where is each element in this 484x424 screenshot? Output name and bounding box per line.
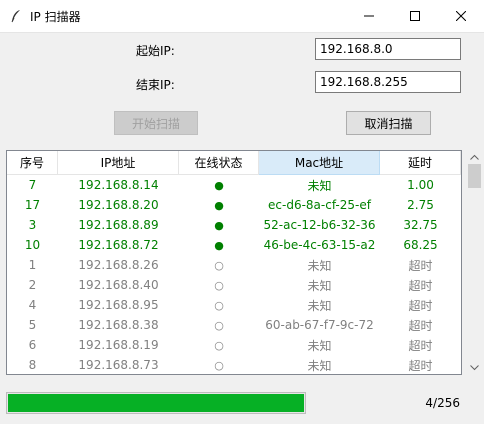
cell-index: 6 xyxy=(28,338,37,352)
progress-count: 4/256 xyxy=(425,396,460,410)
cell-delay: 超时 xyxy=(408,358,433,373)
cell-delay: 32.75 xyxy=(403,218,438,232)
cell-status: ○ xyxy=(214,318,224,332)
cell-delay: 2.75 xyxy=(407,198,434,212)
cell-ip: 192.168.8.89 xyxy=(78,218,159,232)
end-ip-label: 结束IP: xyxy=(136,78,175,92)
column-header-mac[interactable]: Mac地址 xyxy=(259,151,380,175)
cell-status: ○ xyxy=(214,358,224,372)
cell-mac: 46-be-4c-63-15-a2 xyxy=(263,238,376,252)
scrollbar-thumb[interactable] xyxy=(468,164,481,188)
cell-mac: 未知 xyxy=(307,338,332,353)
table-header: 序号 IP地址 在线状态 Mac地址 延时 xyxy=(7,151,461,175)
progress-fill xyxy=(8,394,304,412)
vertical-scrollbar[interactable] xyxy=(466,150,483,375)
cell-mac: 未知 xyxy=(307,278,332,293)
table-row[interactable]: 17 192.168.8.20 ● ec-d6-8a-cf-25-ef 2.75 xyxy=(7,195,461,215)
cell-index: 5 xyxy=(28,318,37,332)
cell-ip: 192.168.8.73 xyxy=(78,358,159,372)
start-ip-label: 起始IP: xyxy=(136,44,175,58)
table-row[interactable]: 1 192.168.8.26 ○ 未知 超时 xyxy=(7,255,461,275)
table-row[interactable]: 3 192.168.8.89 ● 52-ac-12-b6-32-36 32.75 xyxy=(7,215,461,235)
scroll-down-icon[interactable] xyxy=(466,361,483,375)
cell-mac: 未知 xyxy=(307,178,332,193)
cell-ip: 192.168.8.26 xyxy=(78,258,159,272)
cell-status: ● xyxy=(214,178,224,192)
cell-mac: 未知 xyxy=(307,258,332,273)
cell-index: 3 xyxy=(28,218,37,232)
scan-progress-bar xyxy=(6,392,306,414)
maximize-button[interactable] xyxy=(392,0,438,32)
cell-ip: 192.168.8.19 xyxy=(78,338,159,352)
scroll-up-icon[interactable] xyxy=(466,150,483,164)
cell-delay: 超时 xyxy=(408,298,433,313)
table-row[interactable]: 8 192.168.8.73 ○ 未知 超时 xyxy=(7,355,461,374)
start-ip-input[interactable] xyxy=(315,38,461,60)
cell-mac: 未知 xyxy=(307,298,332,313)
table-row[interactable]: 10 192.168.8.72 ● 46-be-4c-63-15-a2 68.25 xyxy=(7,235,461,255)
cell-index: 1 xyxy=(28,258,37,272)
cell-status: ○ xyxy=(214,338,224,352)
cell-index: 2 xyxy=(28,278,37,292)
cell-ip: 192.168.8.38 xyxy=(78,318,159,332)
table-row[interactable]: 2 192.168.8.40 ○ 未知 超时 xyxy=(7,275,461,295)
cell-delay: 68.25 xyxy=(403,238,438,252)
title-bar: IP 扫描器 xyxy=(0,0,484,33)
cell-index: 7 xyxy=(28,178,37,192)
cell-status: ○ xyxy=(214,258,224,272)
cell-status: ○ xyxy=(214,278,224,292)
cell-index: 8 xyxy=(28,358,37,372)
column-header-index[interactable]: 序号 xyxy=(7,151,58,175)
column-header-ip[interactable]: IP地址 xyxy=(58,151,179,175)
end-ip-input[interactable] xyxy=(315,71,461,93)
cell-delay: 超时 xyxy=(408,318,433,333)
window-title: IP 扫描器 xyxy=(30,10,81,24)
cell-mac: 60-ab-67-f7-9c-72 xyxy=(265,318,374,332)
results-table[interactable]: 序号 IP地址 在线状态 Mac地址 延时 7 192.168.8.14 ● 未知 1.… xyxy=(6,150,462,375)
cancel-scan-button[interactable]: 取消扫描 xyxy=(346,111,431,135)
cell-status: ● xyxy=(214,218,224,232)
cell-status: ● xyxy=(214,238,224,252)
minimize-icon xyxy=(364,15,374,17)
cell-ip: 192.168.8.40 xyxy=(78,278,159,292)
cell-mac: ec-d6-8a-cf-25-ef xyxy=(268,198,371,212)
cell-ip: 192.168.8.20 xyxy=(78,198,159,212)
cell-ip: 192.168.8.14 xyxy=(78,178,159,192)
cell-mac: 52-ac-12-b6-32-36 xyxy=(263,218,376,232)
table-row[interactable]: 5 192.168.8.38 ○ 60-ab-67-f7-9c-72 超时 xyxy=(7,315,461,335)
column-header-delay[interactable]: 延时 xyxy=(380,151,461,175)
cell-delay: 超时 xyxy=(408,338,433,353)
table-body: 7 192.168.8.14 ● 未知 1.00 17 192.168.8.20 ● ec-d6… xyxy=(7,175,461,374)
cell-delay: 超时 xyxy=(408,258,433,273)
cell-index: 4 xyxy=(28,298,37,312)
cell-ip: 192.168.8.95 xyxy=(78,298,159,312)
maximize-icon xyxy=(410,11,420,21)
cell-index: 10 xyxy=(24,238,41,252)
minimize-button[interactable] xyxy=(346,0,392,32)
cell-status: ○ xyxy=(214,298,224,312)
cell-delay: 1.00 xyxy=(407,178,434,192)
start-scan-button[interactable]: 开始扫描 xyxy=(114,111,198,135)
feather-icon xyxy=(8,8,24,24)
cell-delay: 超时 xyxy=(408,278,433,293)
column-header-status[interactable]: 在线状态 xyxy=(179,151,259,175)
cell-mac: 未知 xyxy=(307,358,332,373)
cell-index: 17 xyxy=(24,198,41,212)
cell-ip: 192.168.8.72 xyxy=(78,238,159,252)
close-button[interactable] xyxy=(438,0,484,32)
table-row[interactable]: 4 192.168.8.95 ○ 未知 超时 xyxy=(7,295,461,315)
cell-status: ● xyxy=(214,198,224,212)
table-row[interactable]: 6 192.168.8.19 ○ 未知 超时 xyxy=(7,335,461,355)
table-row[interactable]: 7 192.168.8.14 ● 未知 1.00 xyxy=(7,175,461,195)
close-icon xyxy=(456,11,466,21)
